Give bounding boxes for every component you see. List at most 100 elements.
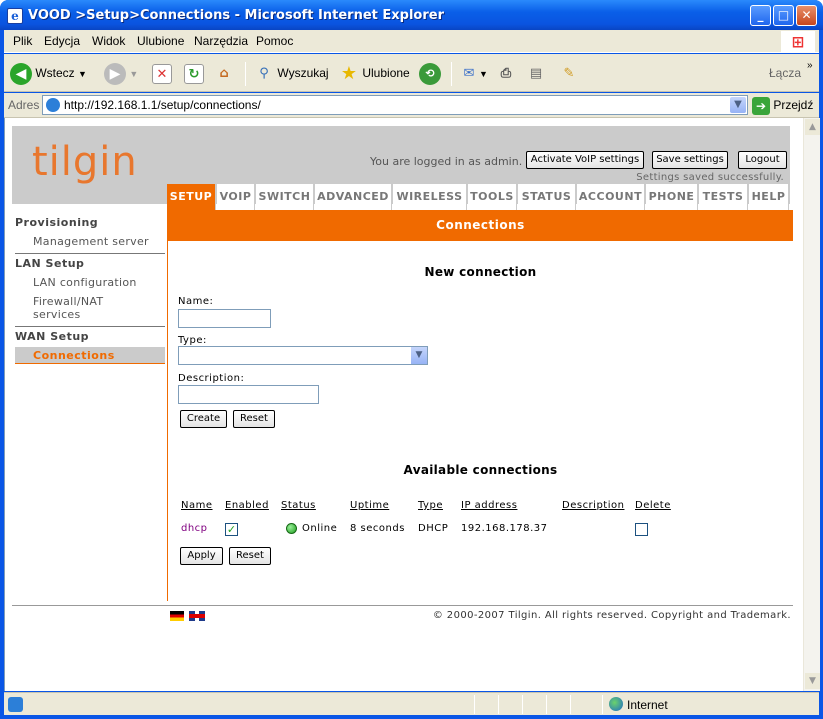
vertical-scrollbar[interactable]: ▲ ▼ [803,118,820,691]
tab-phone[interactable]: PHONE [646,184,698,210]
scroll-down-icon[interactable]: ▼ [805,673,820,689]
mail-button[interactable]: ✉ ▼ [459,61,488,85]
home-button[interactable]: ⌂ [214,61,234,85]
home-icon: ⌂ [219,65,229,81]
col-header-delete[interactable]: Delete [635,500,671,512]
logout-button[interactable]: Logout [738,151,787,169]
tab-wireless[interactable]: WIRELESS [393,184,467,210]
col-header-name[interactable]: Name [181,500,213,512]
menu-pomoc[interactable]: Pomoc [256,34,293,49]
reset-button[interactable]: Reset [233,410,275,428]
ie-icon: e [7,8,23,24]
search-button[interactable]: ⚲ Wyszukaj [254,61,329,85]
tab-tests[interactable]: TESTS [699,184,748,210]
tab-account[interactable]: ACCOUNT [577,184,645,210]
history-button[interactable]: ⟲ [419,61,441,85]
page-icon [46,98,60,112]
type-text: DHCP [418,523,449,534]
tab-help[interactable]: HELP [749,184,789,210]
window-title: VOOD >Setup>Connections - Microsoft Inte… [28,8,444,23]
menu-narzedzia[interactable]: Narzędzia [194,34,248,49]
nav-item-firewall-nat[interactable]: Firewall/NAT [33,295,163,308]
col-header-status[interactable]: Status [281,500,316,512]
go-arrow-icon: ➔ [752,96,770,115]
german-flag-icon[interactable] [170,611,184,621]
toolbar: ◀ Wstecz ▼ ▶ ▼ ✕ ↻ ⌂ ⚲ Wyszukaj ★ Ulubio… [4,54,819,92]
nav-item-connections-active[interactable]: Connections [15,347,165,364]
refresh-button[interactable]: ↻ [184,61,204,85]
links-label[interactable]: Łącza [769,61,801,85]
col-header-ip-address[interactable]: IP address [461,500,517,512]
status-divider [546,695,547,714]
back-button[interactable]: ◀ Wstecz ▼ [10,61,87,85]
save-settings-button[interactable]: Save settings [652,151,728,169]
title-bar[interactable]: e VOOD >Setup>Connections - Microsoft In… [0,0,823,30]
messenger-button[interactable]: ✎ [559,61,579,85]
tab-status[interactable]: STATUS [518,184,576,210]
search-label: Wyszukaj [277,66,329,80]
close-button[interactable]: ✕ [796,5,817,26]
windows-logo-icon: ⊞ [781,31,815,53]
history-icon: ⟲ [419,62,441,85]
status-divider [570,695,571,714]
go-button[interactable]: ➔ Przejdź [752,95,813,115]
nav-item-connections: Connections [33,349,115,362]
col-header-description[interactable]: Description [562,500,624,512]
address-field[interactable]: ▼ [42,95,748,115]
back-arrow-icon: ◀ [10,62,32,85]
description-input[interactable] [178,385,319,404]
section-title: Connections [168,210,793,241]
type-select[interactable]: ▼ [178,346,428,365]
mail-icon: ✉ [463,65,475,81]
refresh-icon: ↻ [184,63,204,84]
activate-voip-button[interactable]: Activate VoIP settings [526,151,644,169]
nav-heading-provisioning[interactable]: Provisioning [15,216,165,229]
connection-name-link[interactable]: dhcp [181,523,208,535]
favorites-button[interactable]: ★ Ulubione [339,61,410,85]
col-header-type[interactable]: Type [418,500,443,512]
edit-button[interactable]: ▤ [526,61,546,85]
apply-button[interactable]: Apply [180,547,223,565]
tab-switch[interactable]: SWITCH [256,184,314,210]
nav-heading-lan-setup[interactable]: LAN Setup [15,257,165,270]
address-label: Adres [8,98,40,112]
nav-divider [15,253,165,254]
name-input[interactable] [178,309,271,328]
enabled-checkbox[interactable]: ✓ [225,523,238,536]
address-dropdown-icon[interactable]: ▼ [730,97,746,113]
stop-button[interactable]: ✕ [152,61,172,85]
footer-divider [12,605,793,606]
nav-divider [15,326,165,327]
chevron-down-icon[interactable]: ▼ [411,347,427,364]
status-divider [498,695,499,714]
uk-flag-icon[interactable] [189,611,205,621]
maximize-button[interactable]: □ [773,5,794,26]
col-header-enabled[interactable]: Enabled [225,500,269,512]
create-button[interactable]: Create [180,410,227,428]
scroll-up-icon[interactable]: ▲ [805,119,820,135]
tab-setup[interactable]: SETUP [167,184,216,210]
star-icon: ★ [340,62,358,84]
saved-message: Settings saved successfully. [636,172,784,183]
menu-ulubione[interactable]: Ulubione [137,34,184,49]
tab-voip[interactable]: VOIP [217,184,255,210]
nav-item-lan-configuration[interactable]: LAN configuration [33,276,163,289]
nav-item-management-server[interactable]: Management server [33,235,163,248]
col-header-uptime[interactable]: Uptime [350,500,389,512]
menu-widok[interactable]: Widok [92,34,125,49]
menu-edycja[interactable]: Edycja [44,34,80,49]
delete-checkbox[interactable] [635,523,648,536]
minimize-button[interactable]: _ [750,5,771,26]
forward-button[interactable]: ▶ ▼ [104,61,138,85]
menu-plik[interactable]: Plik [13,34,32,49]
reset-connections-button[interactable]: Reset [229,547,271,565]
tab-tools[interactable]: TOOLS [468,184,517,210]
nav-heading-wan-setup[interactable]: WAN Setup [15,330,165,343]
address-input[interactable] [64,98,724,112]
print-button[interactable]: ⎙ [496,61,516,85]
tab-advanced[interactable]: ADVANCED [315,184,392,210]
links-chevron-icon[interactable]: » [807,54,813,78]
forward-arrow-icon: ▶ [104,62,126,85]
go-label: Przejdź [773,98,814,112]
nav-item-firewall-nat-services[interactable]: services [33,308,163,321]
